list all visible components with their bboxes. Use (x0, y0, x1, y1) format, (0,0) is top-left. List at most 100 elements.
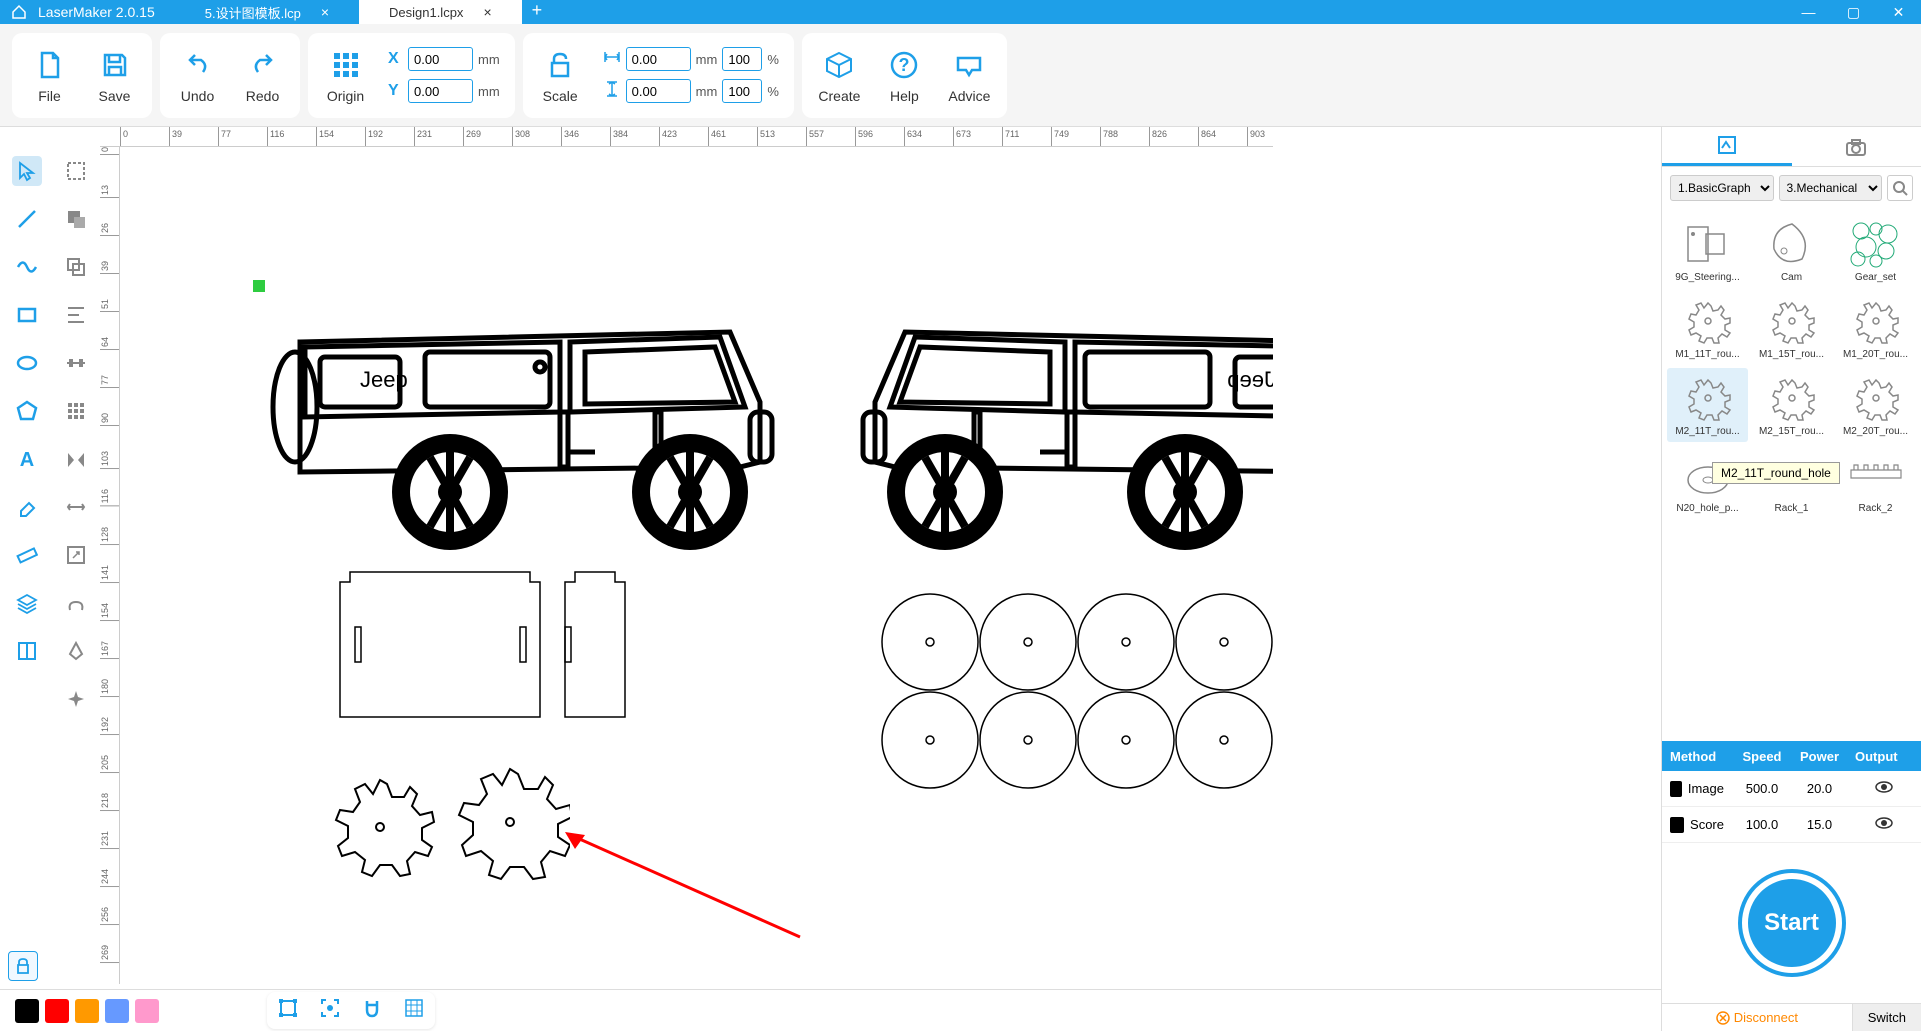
part-thumb (1846, 219, 1906, 269)
combine-tool[interactable] (61, 204, 91, 234)
spark-tool[interactable] (61, 684, 91, 714)
line-tool[interactable] (12, 204, 42, 234)
part-cam[interactable]: Cam (1751, 214, 1832, 288)
part-gearset[interactable]: Gear_set (1835, 214, 1916, 288)
create-button[interactable]: Create (817, 47, 862, 104)
ellipse-tool[interactable] (12, 348, 42, 378)
undo-button[interactable]: Undo (175, 47, 220, 104)
minimize-button[interactable]: — (1786, 4, 1831, 21)
svg-text:A: A (19, 449, 33, 470)
select-tool[interactable] (12, 156, 42, 186)
part-m215trou[interactable]: M2_15T_rou... (1751, 368, 1832, 442)
method-speed: 100.0 (1732, 817, 1792, 832)
method-row-image[interactable]: Image500.020.0 (1662, 771, 1921, 807)
distribute-tool[interactable] (61, 348, 91, 378)
scale-group-tool[interactable] (61, 540, 91, 570)
y-input[interactable] (408, 79, 473, 103)
file-icon (32, 47, 68, 83)
unit-label: mm (478, 52, 500, 67)
vertical-ruler: 0132639516477901031161281411541671801922… (100, 147, 120, 984)
align-tool[interactable] (61, 300, 91, 330)
gears[interactable] (320, 767, 570, 887)
wheel-circles[interactable] (880, 592, 1273, 802)
grid-tool[interactable] (12, 636, 42, 666)
search-button[interactable] (1887, 175, 1913, 201)
part-m115trou[interactable]: M1_15T_rou... (1751, 291, 1832, 365)
save-button[interactable]: Save (92, 47, 137, 104)
tooltip: M2_11T_round_hole (1712, 462, 1840, 484)
box-template[interactable] (335, 567, 655, 732)
layers-tool[interactable] (12, 588, 42, 618)
duplicate-tool[interactable] (61, 252, 91, 282)
part-9gsteering[interactable]: 9G_Steering... (1667, 214, 1748, 288)
grid-view-tool[interactable] (403, 997, 425, 1024)
jeep-drawing-left[interactable]: Jeep (260, 292, 810, 552)
tab-close-icon[interactable]: × (321, 4, 329, 20)
advice-button[interactable]: Advice (947, 47, 992, 104)
canvas[interactable]: Jeep Jeep (120, 147, 1273, 984)
bound-tool[interactable] (277, 997, 299, 1024)
eye-icon[interactable] (1847, 778, 1921, 799)
maximize-button[interactable]: ▢ (1831, 4, 1876, 21)
rect-tool[interactable] (12, 300, 42, 330)
add-tab-button[interactable]: + (522, 0, 553, 24)
start-button[interactable]: Start (1742, 873, 1842, 973)
focus-tool[interactable] (319, 997, 341, 1024)
home-icon[interactable] (8, 1, 30, 23)
part-thumb (1846, 373, 1906, 423)
magnet-tool[interactable] (361, 997, 383, 1024)
curve-tool[interactable] (12, 252, 42, 282)
pen-tool[interactable] (61, 636, 91, 666)
tab-template[interactable]: 5.设计图模板.lcp × (175, 0, 359, 24)
library-tab[interactable] (1662, 127, 1792, 166)
tab-close-icon[interactable]: × (483, 4, 491, 20)
part-m111trou[interactable]: M1_11T_rou... (1667, 291, 1748, 365)
eraser-tool[interactable] (12, 492, 42, 522)
height-pct-input[interactable] (722, 79, 762, 103)
category2-dropdown[interactable]: 3.Mechanical (1779, 175, 1883, 201)
redo-button[interactable]: Redo (240, 47, 285, 104)
part-name: M2_11T_rou... (1669, 426, 1746, 437)
svg-text:Jeep: Jeep (360, 367, 408, 392)
method-row-score[interactable]: Score100.015.0 (1662, 807, 1921, 843)
measure-tool[interactable] (61, 492, 91, 522)
part-rack2[interactable]: Rack_2 (1835, 445, 1916, 519)
method-speed: 500.0 (1732, 781, 1792, 796)
marquee-tool[interactable] (61, 156, 91, 186)
text-tool[interactable]: A (12, 444, 42, 474)
color-swatch[interactable] (45, 999, 69, 1023)
color-swatch[interactable] (75, 999, 99, 1023)
weld-tool[interactable] (61, 588, 91, 618)
x-input[interactable] (408, 47, 473, 71)
ruler-tool[interactable] (12, 540, 42, 570)
color-swatch[interactable] (105, 999, 129, 1023)
scale-button[interactable]: Scale (538, 47, 583, 104)
help-icon: ? (886, 47, 922, 83)
color-swatch[interactable] (135, 999, 159, 1023)
polygon-tool[interactable] (12, 396, 42, 426)
switch-button[interactable]: Switch (1852, 1004, 1921, 1031)
camera-tab[interactable] (1792, 127, 1921, 166)
part-thumb (1678, 219, 1738, 269)
part-m120trou[interactable]: M1_20T_rou... (1835, 291, 1916, 365)
width-input[interactable] (626, 47, 691, 71)
part-name: Gear_set (1837, 272, 1914, 283)
part-m220trou[interactable]: M2_20T_rou... (1835, 368, 1916, 442)
part-m211trou[interactable]: M2_11T_rou... (1667, 368, 1748, 442)
eye-icon[interactable] (1847, 814, 1921, 835)
create-icon (821, 47, 857, 83)
array-tool[interactable] (61, 396, 91, 426)
category1-dropdown[interactable]: 1.BasicGraph (1670, 175, 1774, 201)
disconnect-button[interactable]: Disconnect (1662, 1004, 1852, 1031)
color-swatch[interactable] (15, 999, 39, 1023)
tab-design1[interactable]: Design1.lcpx × (359, 0, 522, 24)
origin-button[interactable]: Origin (323, 47, 368, 104)
help-button[interactable]: ? Help (882, 47, 927, 104)
file-button[interactable]: File (27, 47, 72, 104)
width-pct-input[interactable] (722, 47, 762, 71)
lock-button[interactable] (8, 951, 38, 981)
mirror-tool[interactable] (61, 444, 91, 474)
jeep-drawing-right[interactable]: Jeep (825, 292, 1273, 552)
height-input[interactable] (626, 79, 691, 103)
close-button[interactable]: ✕ (1876, 4, 1921, 21)
